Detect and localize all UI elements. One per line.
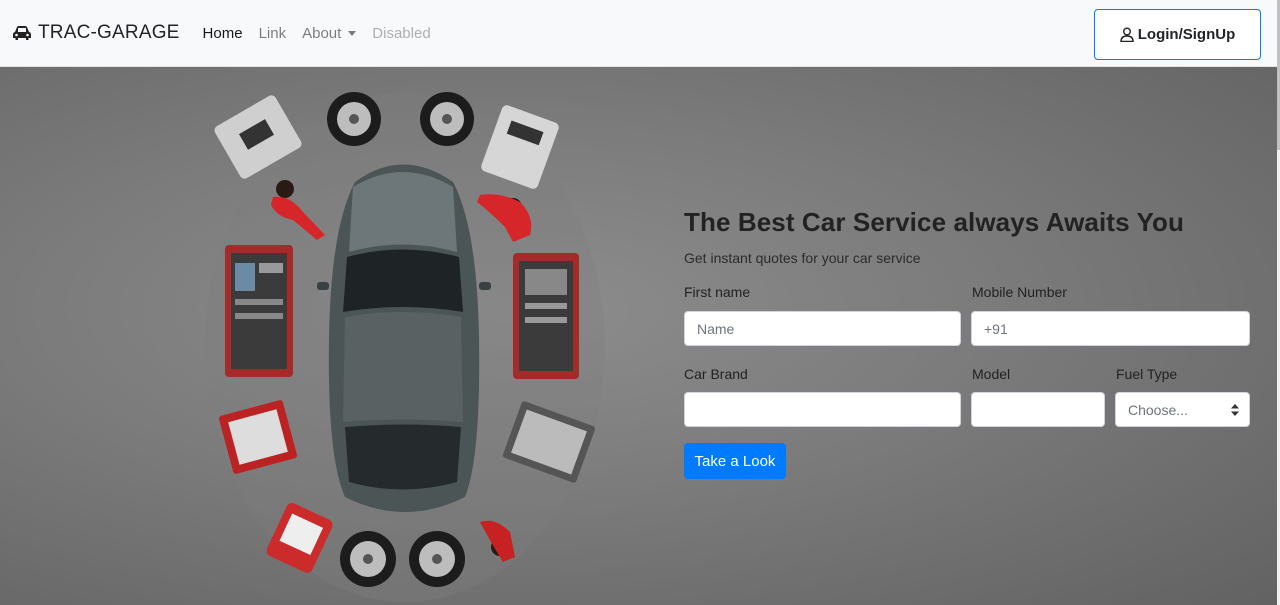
mobile-number-value: +91	[984, 320, 1008, 337]
brand-text: TRAC-GARAGE	[38, 22, 180, 43]
nav-home[interactable]: Home	[203, 25, 243, 42]
fuel-type-selected: Choose...	[1128, 401, 1188, 418]
caret-down-icon	[348, 30, 357, 36]
nav-about-label: About	[302, 24, 342, 42]
tool-cart	[225, 245, 293, 377]
mobile-number-label: Mobile Number	[972, 284, 1067, 300]
tire-icon	[340, 531, 396, 587]
model-label: Model	[972, 366, 1011, 382]
quote-form: The Best Car Service always Awaits You G…	[684, 207, 1250, 266]
first-name-placeholder: Name	[697, 320, 735, 337]
login-signup-label: Login/SignUp	[1137, 26, 1236, 43]
fuel-type-select[interactable]: Choose...	[1115, 392, 1250, 427]
fuel-type-label: Fuel Type	[1116, 366, 1178, 382]
nav-links: Home Link About Disabled	[203, 25, 447, 42]
model-input[interactable]	[971, 392, 1105, 427]
tire-icon	[420, 92, 474, 146]
take-a-look-button[interactable]: Take a Look	[684, 443, 786, 479]
first-name-input[interactable]: Name	[684, 311, 961, 346]
login-signup-button[interactable]: Login/SignUp	[1094, 9, 1261, 60]
select-arrows-icon	[1231, 404, 1239, 416]
tire-icon	[327, 92, 381, 146]
first-name-label: First name	[684, 284, 751, 300]
nav-disabled: Disabled	[372, 24, 431, 42]
mobile-number-input[interactable]: +91	[971, 311, 1250, 346]
take-a-look-label: Take a Look	[694, 452, 776, 470]
user-icon	[1120, 27, 1134, 42]
garage-illustration	[205, 92, 605, 602]
nav-about-dropdown[interactable]: About	[302, 24, 357, 42]
hero-section: The Best Car Service always Awaits You G…	[0, 67, 1277, 605]
car-brand-input[interactable]	[684, 392, 961, 427]
hero-subtitle: Get instant quotes for your car service	[684, 250, 921, 266]
hero-title: The Best Car Service always Awaits You	[684, 207, 1184, 237]
navbar: TRAC-GARAGE Home Link About Disabled Log…	[0, 0, 1277, 67]
nav-link[interactable]: Link	[259, 25, 287, 42]
tire-icon	[409, 531, 465, 587]
car-top-view	[317, 164, 491, 512]
car-brand-label: Car Brand	[684, 366, 748, 382]
brand[interactable]: TRAC-GARAGE	[12, 22, 180, 44]
tool-cart	[513, 253, 579, 379]
car-icon	[13, 26, 31, 40]
